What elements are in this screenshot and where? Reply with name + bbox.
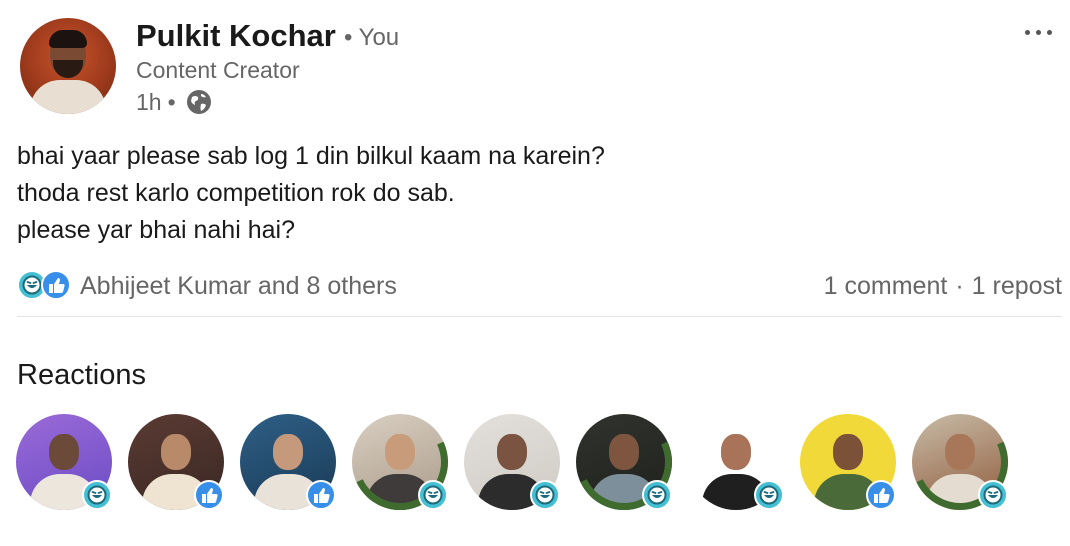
reactor-avatar[interactable] xyxy=(800,414,896,510)
post-time: 1h xyxy=(136,89,162,115)
more-dot-icon xyxy=(1024,29,1030,35)
reactors-summary-link[interactable]: Abhijeet Kumar and 8 others xyxy=(80,270,397,302)
globe-icon xyxy=(186,90,211,114)
post-meta: 1h • xyxy=(136,88,212,116)
like-reaction-icon xyxy=(866,480,896,510)
reactor-avatar[interactable] xyxy=(464,414,560,510)
laugh-reaction-icon xyxy=(642,480,672,510)
laugh-reaction-icon xyxy=(754,480,784,510)
more-dot-icon xyxy=(1046,29,1052,35)
reaction-summary-icons[interactable] xyxy=(17,270,73,300)
laugh-reaction-icon xyxy=(978,480,1008,510)
like-reaction-icon xyxy=(41,270,71,300)
author-avatar[interactable] xyxy=(20,18,116,114)
post-text-line: please yar bhai nahi hai? xyxy=(17,216,295,244)
reactor-avatar[interactable] xyxy=(240,414,336,510)
you-label: • You xyxy=(344,24,400,51)
reactor-avatar[interactable] xyxy=(16,414,112,510)
reactor-avatar[interactable] xyxy=(898,400,1022,524)
laugh-reaction-icon xyxy=(82,480,112,510)
reactor-avatar[interactable] xyxy=(128,414,224,510)
meta-separator: • xyxy=(167,89,176,115)
comments-count-link[interactable]: 1 comment xyxy=(824,270,948,302)
social-counts-bar: Abhijeet Kumar and 8 others 1 comment · … xyxy=(17,266,1062,306)
more-options-button[interactable] xyxy=(1018,20,1058,44)
post-text-line: thoda rest karlo competition rok do sab. xyxy=(17,179,455,207)
like-reaction-icon xyxy=(194,480,224,510)
counts-separator: · xyxy=(955,272,964,300)
reposts-count-link[interactable]: 1 repost xyxy=(972,270,1062,302)
divider xyxy=(17,316,1062,317)
more-dot-icon xyxy=(1035,29,1041,35)
author-headline: Content Creator xyxy=(136,57,300,83)
post-body: bhai yaar please sab log 1 din bilkul ka… xyxy=(17,138,605,249)
reactions-heading: Reactions xyxy=(17,359,146,391)
like-reaction-icon xyxy=(306,480,336,510)
reactor-avatar[interactable] xyxy=(338,400,462,524)
reactor-avatar[interactable] xyxy=(688,414,784,510)
reactor-avatar[interactable] xyxy=(562,400,686,524)
laugh-reaction-icon xyxy=(418,480,448,510)
feed-post: Pulkit Kochar • You Content Creator 1h •… xyxy=(0,0,1070,546)
author-name[interactable]: Pulkit Kochar xyxy=(136,18,336,54)
post-text-line: bhai yaar please sab log 1 din bilkul ka… xyxy=(17,142,605,170)
engagement-counts: 1 comment · 1 repost xyxy=(824,270,1062,302)
laugh-reaction-icon xyxy=(530,480,560,510)
